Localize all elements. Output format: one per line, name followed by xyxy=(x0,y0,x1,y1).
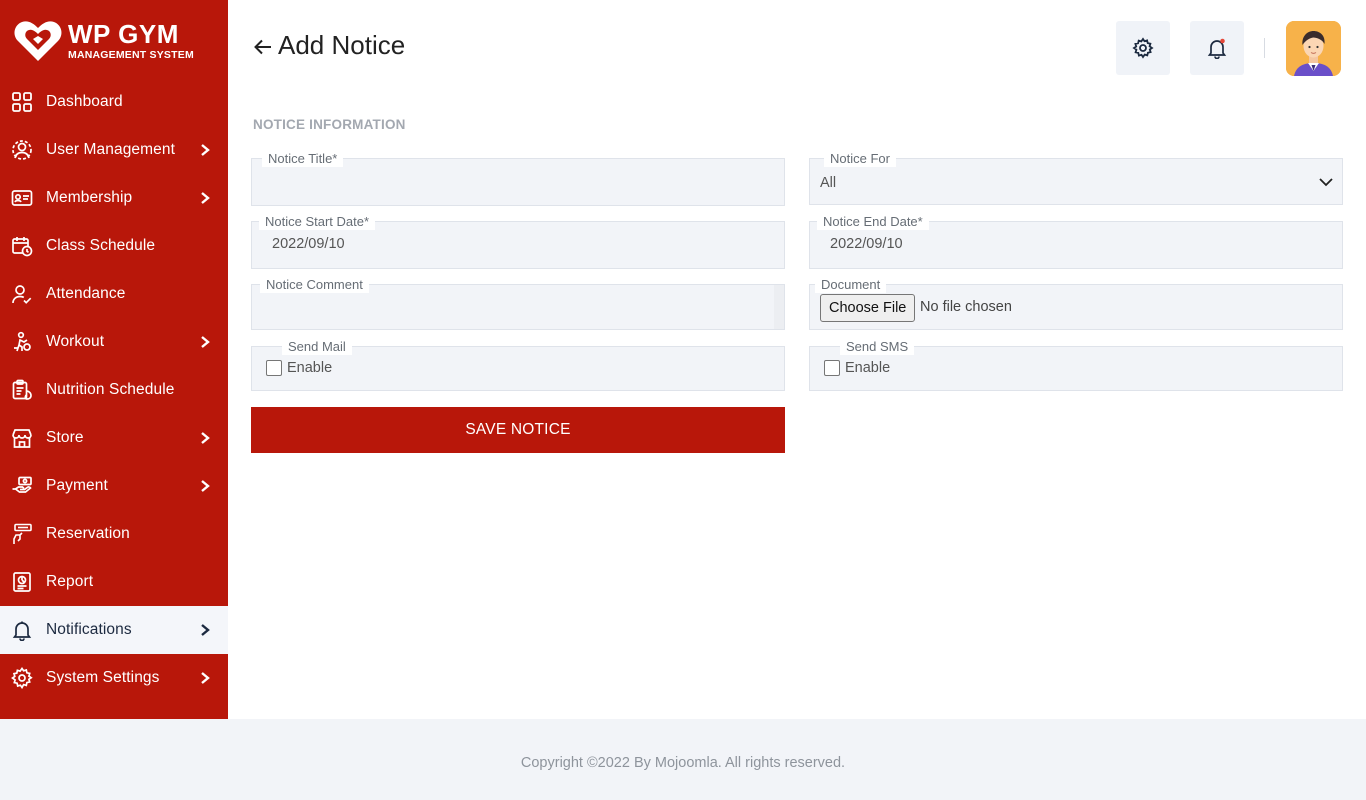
start-date-value: 2022/09/10 xyxy=(272,236,345,252)
sidebar-item-dashboard[interactable]: Dashboard xyxy=(0,78,228,126)
report-icon xyxy=(11,571,33,593)
heart-logo-icon xyxy=(14,21,62,61)
chevron-right-icon xyxy=(201,624,210,636)
store-icon xyxy=(11,427,33,449)
end-date-value: 2022/09/10 xyxy=(830,236,903,252)
notice-for-label: Notice For xyxy=(824,151,896,167)
sidebar-item-store[interactable]: Store xyxy=(0,414,228,462)
chevron-right-icon xyxy=(201,672,210,684)
chevron-down-icon xyxy=(1319,178,1333,187)
gear-icon xyxy=(1132,37,1154,59)
send-sms-label: Send SMS xyxy=(840,339,915,355)
sidebar-item-system-settings[interactable]: System Settings xyxy=(0,654,228,702)
sidebar-item-membership[interactable]: Membership xyxy=(0,174,228,222)
chevron-right-icon xyxy=(201,192,210,204)
copyright-text: Copyright ©2022 By Mojoomla. All rights … xyxy=(520,755,846,771)
sidebar-item-label: System Settings xyxy=(46,669,160,686)
send-mail-group: Send Mail Enable xyxy=(251,339,785,391)
bell-icon xyxy=(11,619,33,641)
notice-start-date-input[interactable]: Notice Start Date* 2022/09/10 xyxy=(251,214,785,269)
notice-comment-textarea[interactable]: Notice Comment xyxy=(251,277,785,330)
users-icon xyxy=(11,139,33,161)
sidebar-item-user-management[interactable]: User Management xyxy=(0,126,228,174)
sidebar-item-payment[interactable]: Payment xyxy=(0,462,228,510)
choose-file-button[interactable]: Choose File xyxy=(820,294,916,322)
dashboard-icon xyxy=(11,91,33,113)
bell-icon xyxy=(1207,38,1227,59)
document-label: Document xyxy=(815,277,887,293)
avatar[interactable] xyxy=(1286,21,1341,76)
gear-icon xyxy=(11,667,33,689)
sidebar-item-workout[interactable]: Workout xyxy=(0,318,228,366)
send-sms-checkbox[interactable] xyxy=(824,360,840,376)
sidebar-item-label: Reservation xyxy=(46,525,130,542)
calendar-icon xyxy=(11,235,33,257)
notice-for-value: All xyxy=(820,175,837,191)
sidebar-item-label: Dashboard xyxy=(46,93,123,110)
chevron-right-icon xyxy=(201,480,210,492)
brand-subtitle: MANAGEMENT SYSTEM xyxy=(68,49,194,62)
comment-label: Notice Comment xyxy=(260,277,369,293)
sidebar-item-label: Notifications xyxy=(46,621,132,638)
sidebar-item-label: Nutrition Schedule xyxy=(46,381,175,398)
sidebar-item-report[interactable]: Report xyxy=(0,558,228,606)
send-mail-label: Send Mail xyxy=(282,339,352,355)
user-check-icon xyxy=(11,283,33,305)
booking-icon xyxy=(11,523,33,545)
sidebar-nav: Dashboard User Management Membership Cla… xyxy=(0,78,228,702)
page-title: Add Notice xyxy=(278,30,406,60)
file-status: No file chosen xyxy=(920,299,1012,315)
sidebar-item-label: Membership xyxy=(46,189,133,206)
start-date-label: Notice Start Date* xyxy=(259,214,376,230)
settings-button[interactable] xyxy=(1116,21,1170,75)
header-divider xyxy=(1264,38,1265,58)
document-upload: Document Choose File No file chosen xyxy=(809,277,1343,330)
sidebar-item-label: Payment xyxy=(46,477,108,494)
notice-title-input[interactable]: Notice Title* xyxy=(251,151,785,206)
brand-logo[interactable]: WP GYM MANAGEMENT SYSTEM xyxy=(12,16,217,66)
sidebar-item-notifications[interactable]: Notifications xyxy=(0,606,228,654)
sidebar-item-label: Store xyxy=(46,429,84,446)
sidebar-item-attendance[interactable]: Attendance xyxy=(0,270,228,318)
sidebar-item-class-schedule[interactable]: Class Schedule xyxy=(0,222,228,270)
sidebar-item-nutrition-schedule[interactable]: Nutrition Schedule xyxy=(0,366,228,414)
notice-for-select[interactable]: Notice For All xyxy=(809,151,1343,205)
chevron-right-icon xyxy=(201,144,210,156)
sidebar-item-label: User Management xyxy=(46,141,176,158)
back-arrow-icon[interactable] xyxy=(252,36,274,58)
footer: Copyright ©2022 By Mojoomla. All rights … xyxy=(0,719,1366,800)
chevron-right-icon xyxy=(201,336,210,348)
chevron-right-icon xyxy=(201,432,210,444)
notifications-button[interactable] xyxy=(1190,21,1244,75)
end-date-label: Notice End Date* xyxy=(817,214,929,230)
notice-title-label: Notice Title* xyxy=(262,151,344,167)
send-sms-enable-label[interactable]: Enable xyxy=(845,360,890,376)
notice-end-date-input[interactable]: Notice End Date* 2022/09/10 xyxy=(809,214,1343,269)
sidebar-item-label: Report xyxy=(46,573,94,590)
payment-hand-icon xyxy=(11,475,33,497)
sidebar-item-reservation[interactable]: Reservation xyxy=(0,510,228,558)
workout-icon xyxy=(11,331,33,353)
clipboard-icon xyxy=(11,379,33,401)
sidebar-item-label: Workout xyxy=(46,333,105,350)
save-notice-button[interactable]: SAVE NOTICE xyxy=(251,407,785,453)
send-sms-group: Send SMS Enable xyxy=(809,339,1343,391)
user-avatar-icon xyxy=(1286,21,1341,76)
membership-card-icon xyxy=(11,187,33,209)
sidebar-item-label: Class Schedule xyxy=(46,237,156,254)
section-title: NOTICE INFORMATION xyxy=(253,117,406,132)
brand-name: WP GYM xyxy=(68,19,179,50)
send-mail-enable-label[interactable]: Enable xyxy=(287,360,332,376)
sidebar: WP GYM MANAGEMENT SYSTEM Dashboard User … xyxy=(0,0,228,719)
sidebar-item-label: Attendance xyxy=(46,285,126,302)
textarea-scrollbar[interactable] xyxy=(774,285,784,329)
send-mail-checkbox[interactable] xyxy=(266,360,282,376)
